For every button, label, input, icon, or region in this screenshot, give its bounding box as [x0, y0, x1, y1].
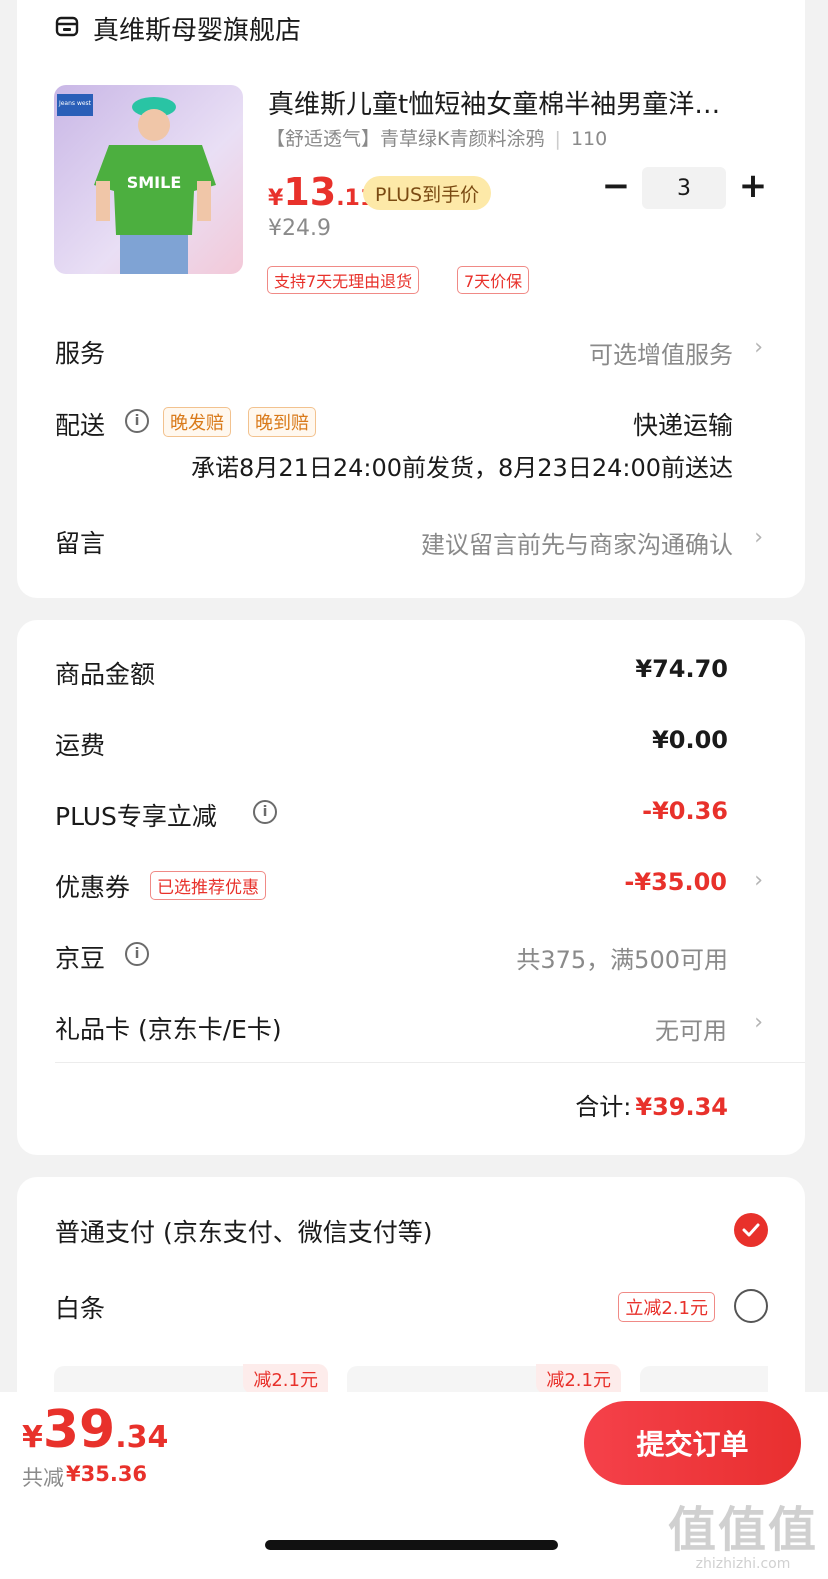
info-icon[interactable]: i: [125, 409, 149, 433]
plan-discount-tag: 减2.1元: [536, 1364, 621, 1394]
plan-discount-tag: 减2.1元: [243, 1364, 328, 1394]
baitiao-payment-option[interactable]: 白条 立减2.1元: [17, 1276, 805, 1336]
home-indicator: [265, 1540, 558, 1550]
jingdou-value: 共375，满500可用: [516, 946, 728, 974]
bottom-saved: 共减 ¥35.36: [22, 1462, 147, 1492]
unchecked-radio-icon[interactable]: [734, 1289, 768, 1323]
brand-logo-text: Jeans west: [58, 100, 92, 107]
info-icon[interactable]: i: [253, 800, 277, 824]
quantity-input[interactable]: 3: [642, 167, 726, 209]
chevron-right-icon: ›: [754, 1010, 763, 1035]
product-price: ¥ 13 .11: [268, 170, 375, 214]
plus-discount-value: -¥0.36: [642, 797, 728, 825]
coupon-value: -¥35.00: [624, 868, 727, 896]
baitiao-label: 白条: [55, 1294, 106, 1323]
info-icon[interactable]: i: [125, 942, 149, 966]
chevron-right-icon: ›: [754, 335, 763, 360]
bottom-total-price: ¥ 39 .34: [22, 1400, 168, 1460]
baitiao-discount-tag: 立减2.1元: [618, 1292, 715, 1322]
return-policy-tag: 支持7天无理由退货: [267, 266, 420, 294]
store-icon: [55, 14, 79, 38]
plus-discount-label: PLUS专享立减: [55, 802, 217, 831]
late-ship-tag: 晚发赔: [163, 407, 231, 437]
goods-amount-label: 商品金额: [55, 660, 156, 689]
shipping-value: ¥0.00: [652, 726, 728, 754]
price-symbol: ¥: [268, 186, 284, 211]
product-title[interactable]: 真维斯儿童t恤短袖女童棉半袖男童洋…: [268, 84, 768, 121]
qty-plus-button[interactable]: +: [735, 169, 771, 204]
saved-label: 共减: [22, 1466, 64, 1490]
total-value: ¥39.34: [635, 1093, 728, 1121]
watermark-logo: 值值值: [668, 1502, 819, 1558]
submit-order-button[interactable]: 提交订单: [584, 1401, 801, 1485]
giftcard-row[interactable]: 礼品卡 (京东卡/E卡) 无可用 ›: [17, 997, 805, 1055]
late-arrive-tag: 晚到赔: [248, 407, 316, 437]
coupon-recommended-tag: 已选推荐优惠: [150, 871, 266, 900]
delivery-promise: 承诺8月21日24:00前发货，8月23日24:00前送达: [191, 454, 733, 482]
delivery-label: 配送: [55, 411, 106, 440]
coupon-row[interactable]: 优惠券 已选推荐优惠 -¥35.00 ›: [17, 855, 805, 913]
normal-payment-label: 普通支付 (京东支付、微信支付等): [55, 1218, 433, 1247]
chevron-right-icon: ›: [754, 525, 763, 550]
service-row[interactable]: 服务 可选增值服务 ›: [17, 320, 805, 380]
message-input[interactable]: 建议留言前先与商家沟通确认: [421, 525, 733, 560]
bottom-price-symbol: ¥: [22, 1420, 43, 1455]
product-image[interactable]: Jeans west SMILE: [54, 85, 243, 274]
qty-minus-button[interactable]: −: [598, 169, 634, 204]
store-name[interactable]: 真维斯母婴旗舰店: [93, 10, 301, 47]
price-integer: 13: [283, 170, 337, 214]
saved-value: ¥35.36: [66, 1462, 148, 1486]
goods-amount-value: ¥74.70: [635, 655, 728, 683]
delivery-method[interactable]: 快递运输: [633, 406, 733, 442]
shipping-label: 运费: [55, 731, 106, 760]
giftcard-label: 礼品卡 (京东卡/E卡): [55, 1015, 282, 1044]
normal-payment-option[interactable]: 普通支付 (京东支付、微信支付等): [17, 1200, 805, 1260]
bottom-price-decimal: .34: [115, 1420, 169, 1455]
divider: [55, 1062, 805, 1063]
product-size: 110: [570, 128, 608, 150]
checked-radio-icon[interactable]: [734, 1213, 768, 1247]
original-price: ¥24.9: [268, 216, 331, 241]
service-label: 服务: [55, 339, 106, 368]
shirt-print-text: SMILE: [127, 173, 182, 192]
coupon-label: 优惠券: [55, 873, 131, 902]
watermark: 值值值 zhizhizhi.com: [668, 1490, 818, 1572]
chevron-right-icon: ›: [754, 868, 763, 893]
bottom-price-integer: 39: [42, 1400, 116, 1460]
giftcard-value: 无可用: [655, 1017, 727, 1045]
message-label: 留言: [55, 529, 106, 558]
total-row: 合计: ¥39.34: [575, 1087, 728, 1122]
message-row[interactable]: 留言 建议留言前先与商家沟通确认 ›: [17, 510, 805, 570]
product-spec: 【舒适透气】青草绿K青颜料涂鸦 | 110: [266, 124, 607, 151]
service-value: 可选增值服务: [589, 341, 733, 369]
plus-price-badge: PLUS到手价: [363, 176, 492, 210]
total-label: 合计:: [575, 1093, 632, 1121]
spec-divider: |: [554, 128, 561, 150]
product-spec-text: 【舒适透气】青草绿K青颜料涂鸦: [266, 128, 545, 150]
price-protect-tag: 7天价保: [457, 266, 530, 294]
jingdou-label: 京豆: [55, 944, 106, 973]
